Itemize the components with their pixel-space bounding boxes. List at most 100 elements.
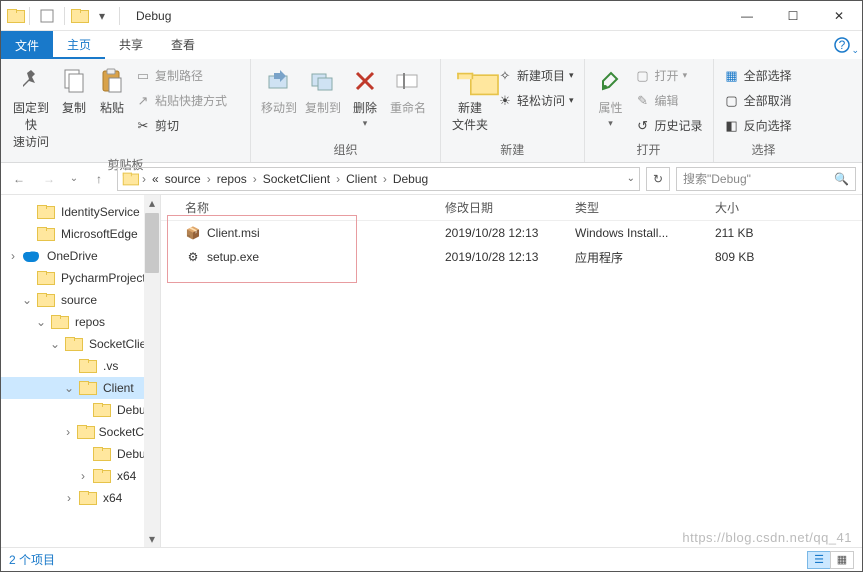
expand-icon[interactable]: ⌄: [49, 337, 61, 351]
details-view-button[interactable]: ☰: [807, 551, 831, 569]
expand-icon[interactable]: ›: [63, 491, 75, 505]
breadcrumb-item[interactable]: source: [163, 172, 203, 186]
address-bar[interactable]: › « source › repos › SocketClient › Clie…: [117, 167, 640, 191]
new-folder-button[interactable]: 新建 文件夹: [447, 63, 493, 135]
tab-home[interactable]: 主页: [53, 31, 105, 59]
label: 剪切: [155, 117, 179, 134]
select-none-button[interactable]: ▢ 全部取消: [720, 90, 796, 111]
large-icons-view-button[interactable]: ▦: [830, 551, 854, 569]
expand-icon[interactable]: ⌄: [35, 315, 47, 329]
tree-item[interactable]: Debug: [1, 443, 160, 465]
edit-button[interactable]: ✎ 编辑: [631, 90, 707, 111]
tree-item-label: source: [61, 293, 97, 307]
new-item-button[interactable]: ✧ 新建项目 ▾: [493, 65, 578, 86]
breadcrumb-item[interactable]: Debug: [391, 172, 430, 186]
chevron-down-icon: ▾: [683, 70, 688, 81]
file-row[interactable]: 📦Client.msi2019/10/28 12:13Windows Insta…: [161, 221, 862, 245]
tree-item-label: x64: [103, 491, 122, 505]
move-to-button[interactable]: 移动到: [257, 63, 301, 118]
paste-shortcut-button[interactable]: ↗ 粘贴快捷方式: [131, 90, 231, 111]
tab-view[interactable]: 查看: [157, 31, 209, 59]
up-button[interactable]: ↑: [87, 167, 111, 191]
back-button[interactable]: ←: [7, 167, 31, 191]
tree-item[interactable]: IdentityService: [1, 201, 160, 223]
tree-item[interactable]: Debug: [1, 399, 160, 421]
navigation-bar: ← → ⌄ ↑ › « source › repos › SocketClien…: [1, 163, 862, 195]
history-button[interactable]: ↺ 历史记录: [631, 115, 707, 136]
easy-access-button[interactable]: ☀ 轻松访问 ▾: [493, 90, 578, 111]
tree-item[interactable]: ⌄Client: [1, 377, 160, 399]
tree-item[interactable]: PycharmProject: [1, 267, 160, 289]
properties-button[interactable]: 属性 ▾: [591, 63, 631, 131]
cut-button[interactable]: ✂ 剪切: [131, 115, 231, 136]
open-icon: ▢: [635, 68, 651, 84]
tree-item[interactable]: ⌄SocketClient: [1, 333, 160, 355]
tree-item[interactable]: ›SocketClier: [1, 421, 160, 443]
scroll-thumb[interactable]: [145, 213, 159, 273]
folder-icon: [93, 447, 109, 461]
file-date: 2019/10/28 12:13: [437, 250, 567, 264]
scroll-up-icon[interactable]: ▴: [144, 195, 160, 211]
navigation-tree[interactable]: IdentityServiceMicrosoftEdge›OneDrivePyc…: [1, 195, 161, 547]
tree-item[interactable]: ⌄ source: [1, 289, 160, 311]
expand-icon[interactable]: ⌄: [21, 293, 33, 307]
invert-selection-button[interactable]: ◧ 反向选择: [720, 115, 796, 136]
paste-button[interactable]: 粘贴: [93, 63, 131, 118]
ribbon-group-open: 属性 ▾ ▢ 打开 ▾ ✎ 编辑 ↺ 历史记录 打开: [585, 59, 714, 162]
column-date[interactable]: 修改日期: [437, 199, 567, 216]
file-name: ⚙setup.exe: [177, 250, 437, 264]
breadcrumb-item[interactable]: Client: [344, 172, 379, 186]
separator: [119, 7, 120, 25]
scrollbar[interactable]: ▴ ▾: [144, 195, 160, 547]
maximize-button[interactable]: ☐: [770, 1, 816, 31]
help-button[interactable]: ? ⌄: [822, 31, 862, 59]
rename-button[interactable]: 重命名: [385, 63, 431, 118]
close-button[interactable]: ✕: [816, 1, 862, 31]
copy-button[interactable]: 复制: [55, 63, 93, 118]
tree-item[interactable]: MicrosoftEdge: [1, 223, 160, 245]
column-type[interactable]: 类型: [567, 199, 707, 216]
expand-icon[interactable]: ›: [77, 469, 89, 483]
pin-to-quick-access-button[interactable]: 固定到快 速访问: [7, 63, 55, 152]
chevron-right-icon: ›: [381, 172, 389, 186]
tree-item[interactable]: › x64: [1, 487, 160, 509]
select-all-icon: ▦: [724, 68, 740, 84]
tree-item[interactable]: ›OneDrive: [1, 245, 160, 267]
tab-share[interactable]: 共享: [105, 31, 157, 59]
breadcrumb-item[interactable]: repos: [215, 172, 249, 186]
paste-icon: [96, 65, 128, 97]
file-row[interactable]: ⚙setup.exe2019/10/28 12:13应用程序809 KB: [161, 245, 862, 269]
tree-item[interactable]: ›x64: [1, 465, 160, 487]
recent-locations-button[interactable]: ⌄: [67, 167, 81, 191]
scroll-down-icon[interactable]: ▾: [144, 531, 160, 547]
expand-icon[interactable]: ›: [7, 249, 19, 263]
breadcrumb-overflow[interactable]: «: [150, 172, 161, 186]
select-all-button[interactable]: ▦ 全部选择: [720, 65, 796, 86]
folder-icon: [71, 9, 87, 23]
column-name[interactable]: 名称: [177, 199, 437, 216]
expand-icon[interactable]: ›: [63, 425, 73, 439]
column-size[interactable]: 大小: [707, 199, 787, 216]
tab-file[interactable]: 文件: [1, 31, 53, 59]
copy-to-button[interactable]: 复制到: [301, 63, 345, 118]
scissors-icon: ✂: [135, 118, 151, 134]
label: 全部选择: [744, 67, 792, 84]
tree-item[interactable]: .vs: [1, 355, 160, 377]
qat-dropdown-icon[interactable]: ▾: [91, 5, 113, 27]
file-type: 应用程序: [567, 249, 707, 266]
chevron-down-icon[interactable]: ⌄: [627, 173, 635, 184]
copy-path-button[interactable]: ▭ 复制路径: [131, 65, 231, 86]
minimize-button[interactable]: —: [724, 1, 770, 31]
delete-button[interactable]: 删除 ▾: [345, 63, 385, 131]
forward-button[interactable]: →: [37, 167, 61, 191]
open-button[interactable]: ▢ 打开 ▾: [631, 65, 707, 86]
refresh-button[interactable]: ↻: [646, 167, 670, 191]
tree-item[interactable]: ⌄repos: [1, 311, 160, 333]
breadcrumb-item[interactable]: SocketClient: [261, 172, 332, 186]
copy-to-icon: [307, 65, 339, 97]
expand-icon[interactable]: ⌄: [63, 381, 75, 395]
qat-placeholder-icon[interactable]: [36, 5, 58, 27]
search-input[interactable]: 搜索"Debug" 🔍: [676, 167, 856, 191]
view-mode-buttons: ☰ ▦: [808, 551, 854, 569]
file-rows: 📦Client.msi2019/10/28 12:13Windows Insta…: [161, 221, 862, 269]
